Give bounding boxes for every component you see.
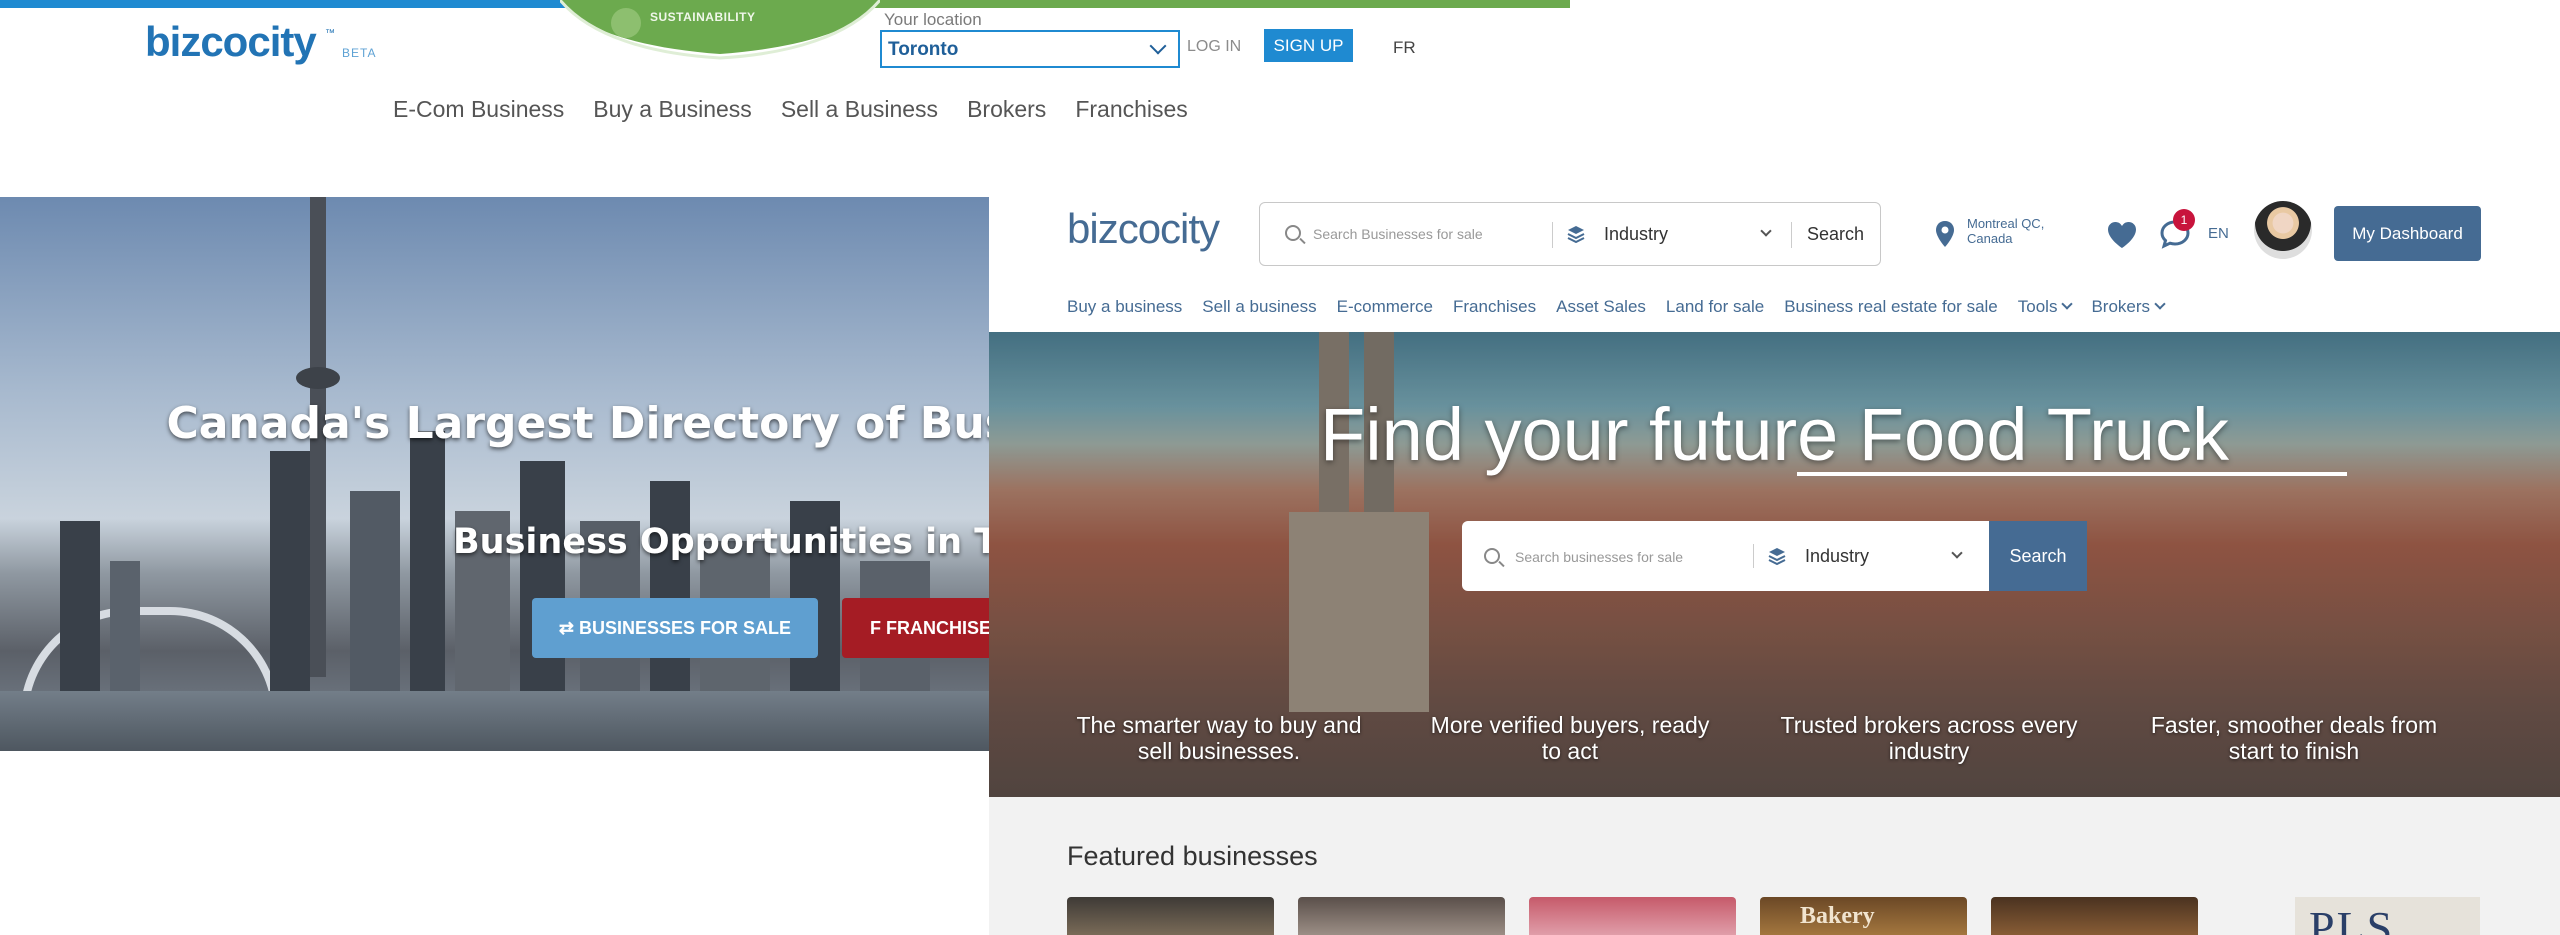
chevron-down-icon [1951, 547, 1963, 559]
hero-title-underline [1797, 472, 2347, 476]
featured-section: Featured businesses Bakery PLS [989, 797, 2560, 935]
nav-sell-business[interactable]: Sell a business [1202, 297, 1316, 317]
new-site-window: bizcocity Search Businesses for sale Ind… [989, 197, 2560, 935]
nav-franchises[interactable]: Franchises [1075, 96, 1187, 123]
avatar[interactable] [2254, 201, 2312, 259]
old-main-nav: E-Com Business Buy a Business Sell a Bus… [393, 96, 1188, 123]
businesses-for-sale-button[interactable]: ⇄ BUSINESSES FOR SALE [532, 598, 818, 658]
header-search-bar: Search Businesses for sale Industry Sear… [1259, 202, 1881, 266]
chevron-down-icon [1149, 37, 1167, 55]
hero-industry-select[interactable]: Industry [1805, 546, 1869, 567]
hero-title: Find your future Food Truck [1320, 393, 2229, 476]
leaf-icon [611, 8, 641, 38]
screen: SUSTAINABILITY bizcocity ™ BETA Your loc… [0, 0, 2560, 935]
nav-brokers[interactable]: Brokers [967, 96, 1046, 123]
location-label: Your location [884, 10, 982, 29]
hero-search-bar: Search businesses for sale Industry [1462, 521, 1997, 591]
nav-business-real-estate[interactable]: Business real estate for sale [1784, 297, 1998, 317]
header-search-input[interactable]: Search Businesses for sale [1313, 226, 1483, 242]
signup-button[interactable]: SIGN UP [1264, 29, 1353, 62]
current-location[interactable]: Montreal QC, Canada [1967, 216, 2067, 246]
sustainability-banner[interactable] [560, 0, 880, 60]
chevron-down-icon [2154, 298, 2166, 310]
language-switch[interactable]: FR [1393, 38, 1416, 58]
search-icon [1484, 548, 1500, 564]
my-dashboard-button[interactable]: My Dashboard [2334, 206, 2481, 261]
featured-card[interactable] [1529, 897, 1736, 935]
feature-faster-deals: Faster, smoother deals from start to fin… [2150, 712, 2438, 764]
nav-asset-sales[interactable]: Asset Sales [1556, 297, 1646, 317]
new-logo[interactable]: bizcocity [1067, 205, 1220, 253]
layers-icon [1567, 226, 1585, 243]
nav-buy-business[interactable]: Buy a business [1067, 297, 1182, 317]
location-value: Toronto [888, 39, 959, 60]
old-logo[interactable]: bizcocity [145, 18, 317, 66]
login-link[interactable]: LOG IN [1187, 38, 1241, 56]
nav-ecom-business[interactable]: E-Com Business [393, 96, 564, 123]
new-main-nav: Buy a business Sell a business E-commerc… [1067, 297, 2166, 317]
favorites-heart-icon[interactable] [2107, 221, 2137, 249]
feature-verified-buyers: More verified buyers, ready to act [1430, 712, 1710, 764]
old-logo-trademark: ™ [325, 28, 335, 39]
featured-broker-logo-card[interactable]: PLS [2295, 897, 2480, 935]
franchise-icon: F [870, 618, 886, 638]
broker-logo-text: PLS [2309, 902, 2395, 935]
featured-card[interactable] [1991, 897, 2198, 935]
layers-icon [1768, 548, 1786, 565]
featured-card[interactable]: Bakery [1760, 897, 1967, 935]
new-hero-banner: Find your future Food Truck Search busin… [989, 332, 2560, 797]
featured-title: Featured businesses [1067, 841, 1318, 871]
nav-brokers[interactable]: Brokers [2091, 297, 2166, 317]
language-switch[interactable]: EN [2208, 225, 2229, 242]
nav-franchises[interactable]: Franchises [1453, 297, 1536, 317]
nav-land-for-sale[interactable]: Land for sale [1666, 297, 1764, 317]
nav-buy-business[interactable]: Buy a Business [593, 96, 752, 123]
sustainability-label[interactable]: SUSTAINABILITY [650, 10, 755, 24]
featured-card[interactable] [1298, 897, 1505, 935]
feature-smarter-way: The smarter way to buy and sell business… [1076, 712, 1362, 764]
bakery-sign: Bakery [1800, 903, 1875, 929]
old-beta-label: BETA [342, 46, 377, 60]
swap-icon: ⇄ [558, 618, 580, 638]
header-industry-select[interactable]: Industry [1604, 224, 1668, 245]
chevron-down-icon [1760, 225, 1772, 237]
nav-tools[interactable]: Tools [2018, 297, 2074, 317]
search-icon [1285, 225, 1301, 241]
hero-search-input[interactable]: Search businesses for sale [1515, 549, 1683, 565]
featured-card[interactable] [1067, 897, 1274, 935]
feature-trusted-brokers: Trusted brokers across every industry [1780, 712, 2078, 764]
header-search-button[interactable]: Search [1807, 224, 1864, 245]
hero-search-button[interactable]: Search [1989, 521, 2087, 591]
old-hero-banner [0, 197, 990, 751]
location-pin-icon[interactable] [1935, 221, 1955, 247]
location-select[interactable]: Toronto [880, 30, 1180, 68]
nav-sell-business[interactable]: Sell a Business [781, 96, 938, 123]
message-count-badge: 1 [2173, 209, 2195, 231]
chevron-down-icon [2061, 298, 2074, 310]
nav-ecommerce[interactable]: E-commerce [1337, 297, 1433, 317]
